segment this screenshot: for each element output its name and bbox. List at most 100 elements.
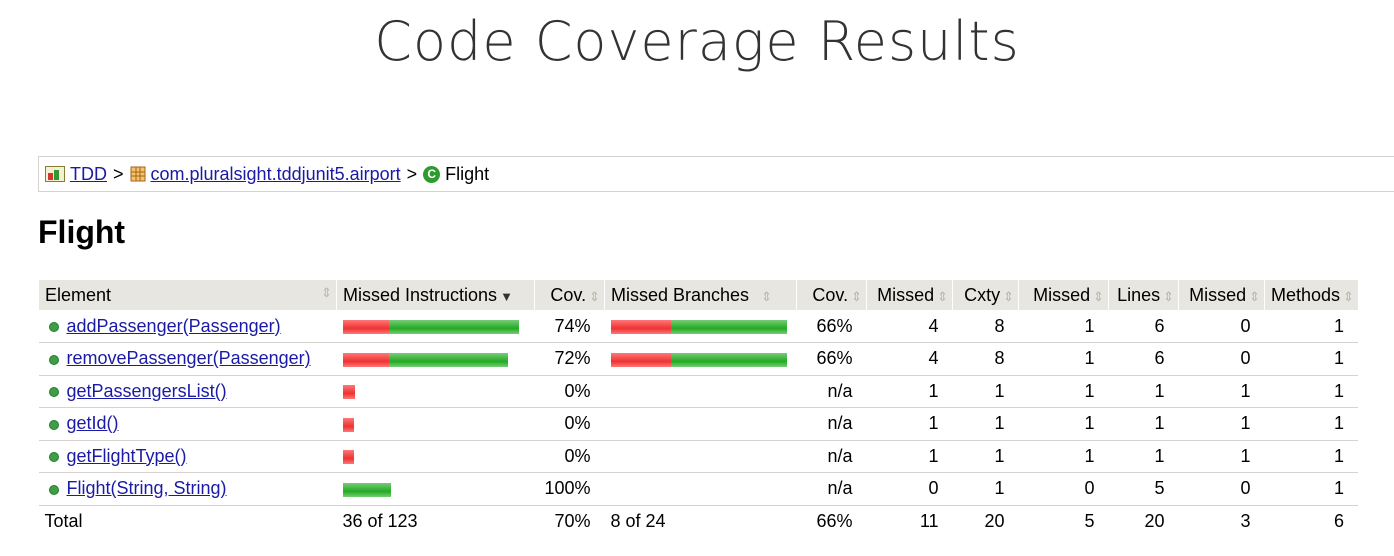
breadcrumb-current: Flight: [445, 163, 490, 184]
missed-bar: [342, 385, 355, 399]
cov-branches: n/a: [796, 375, 867, 408]
missed-lines: 1: [1018, 375, 1109, 408]
missed-cxty: 1: [866, 440, 953, 473]
branch-bar: [604, 440, 797, 473]
col-missed-branches[interactable]: Missed Branches ⇕: [604, 280, 797, 310]
report-icon: [45, 166, 65, 182]
method-icon: [48, 484, 59, 495]
cov-branches: n/a: [796, 472, 867, 506]
cov-instructions: 72%: [534, 342, 605, 376]
cxty: 1: [952, 407, 1019, 441]
methods: 1: [1264, 310, 1358, 343]
missed-cxty: 1: [866, 407, 953, 441]
cxty: 1: [952, 440, 1019, 473]
total-missed-methods: 3: [1240, 511, 1251, 531]
missed-methods: 0: [1178, 310, 1265, 343]
missed-bar: [342, 352, 389, 367]
cov-instructions: 0%: [534, 407, 605, 441]
col-missed-instructions[interactable]: Missed Instructions ▼: [336, 280, 535, 310]
sort-icon: ⇕: [1093, 288, 1104, 304]
breadcrumb-separator: >: [406, 163, 418, 184]
col-cxty[interactable]: Cxty ⇕: [952, 280, 1019, 310]
breadcrumb-separator: >: [113, 163, 124, 184]
total-cov-branches: 66%: [816, 511, 853, 531]
cov-branches: n/a: [796, 407, 867, 441]
branch-bar: [604, 375, 797, 408]
element-link[interactable]: getPassengersList(): [67, 381, 227, 401]
sort-icon: ⇕: [1003, 288, 1014, 304]
method-icon: [48, 419, 59, 430]
missed-cxty: 0: [866, 472, 953, 506]
missed-methods: 0: [1178, 342, 1265, 376]
cov-instructions: 0%: [534, 440, 605, 473]
method-icon: [48, 387, 59, 397]
total-cov-instructions: 70%: [554, 511, 591, 531]
coverage-table: Element ⇕ Missed Instructions ▼ Cov. ⇕ Miss…: [38, 280, 1358, 538]
covered-bar: [670, 352, 787, 367]
lines: 1: [1108, 407, 1179, 441]
cov-instructions: 100%: [534, 472, 605, 506]
table-row: getPassengersList() 0% n/a 1 1 1 1 1 1: [38, 375, 1358, 408]
element-link[interactable]: Flight(String, String): [67, 478, 227, 498]
total-missed-cxty: 11: [919, 511, 939, 531]
table-header-row: Element ⇕ Missed Instructions ▼ Cov. ⇕ Miss…: [38, 280, 1358, 310]
covered-bar: [342, 482, 391, 497]
total-missed-branches: 8 of 24: [610, 511, 666, 531]
missed-bar: [610, 352, 671, 367]
sort-icon: ⇕: [1163, 288, 1174, 304]
col-missed-methods[interactable]: Missed ⇕: [1178, 280, 1265, 310]
col-methods[interactable]: Methods ⇕: [1263, 280, 1358, 310]
missed-cxty: 4: [866, 310, 953, 343]
col-missed-cxty[interactable]: Missed ⇕: [866, 280, 953, 310]
cov-branches: 66%: [796, 342, 867, 376]
table-row: addPassenger(Passenger) 74% 66% 4 8 1 6 …: [38, 310, 1358, 343]
missed-methods: 1: [1178, 407, 1265, 441]
col-missed-lines[interactable]: Missed ⇕: [1018, 280, 1109, 310]
element-link[interactable]: addPassenger(Passenger): [67, 316, 281, 336]
missed-cxty: 4: [866, 342, 953, 376]
breadcrumb: TDD > com.pluralsight.tddjunit5.airport …: [38, 156, 1394, 192]
total-label: Total: [44, 511, 83, 531]
missed-lines: 0: [1018, 472, 1109, 506]
slide-title: Code Coverage Results: [374, 10, 1020, 73]
covered-bar: [388, 352, 508, 367]
missed-bar: [342, 450, 354, 464]
sort-icon: ⇕: [589, 288, 600, 304]
total-lines: 20: [1144, 511, 1165, 531]
cxty: 8: [952, 310, 1019, 343]
missed-lines: 1: [1018, 310, 1109, 343]
method-icon: [48, 321, 59, 332]
breadcrumb-root-link[interactable]: TDD: [70, 164, 107, 185]
missed-methods: 1: [1178, 375, 1265, 408]
methods: 1: [1264, 440, 1358, 473]
sort-icon: ⇕: [937, 288, 948, 304]
element-link[interactable]: getId(): [67, 413, 119, 433]
col-cov-branches[interactable]: Cov. ⇕: [796, 280, 867, 310]
lines: 6: [1108, 342, 1179, 376]
missed-bar: [342, 319, 389, 334]
method-icon: [48, 452, 59, 462]
cov-branches: n/a: [796, 440, 867, 473]
missed-bar: [610, 319, 671, 334]
element-link[interactable]: removePassenger(Passenger): [67, 348, 311, 368]
branch-bar: [604, 342, 797, 376]
element-link[interactable]: getFlightType(): [67, 446, 187, 466]
instruction-bar: [336, 407, 535, 441]
total-cxty: 20: [984, 511, 1005, 531]
table-row: removePassenger(Passenger) 72% 66% 4 8 1…: [38, 342, 1358, 376]
missed-lines: 1: [1018, 407, 1109, 441]
cxty: 1: [952, 472, 1019, 506]
package-icon: [130, 166, 146, 182]
col-lines[interactable]: Lines ⇕: [1108, 280, 1179, 310]
instruction-bar: [336, 310, 535, 343]
instruction-bar: [336, 375, 535, 408]
col-element[interactable]: Element ⇕: [38, 280, 337, 310]
methods: 1: [1264, 472, 1358, 506]
breadcrumb-package-link[interactable]: com.pluralsight.tddjunit5.airport: [151, 164, 401, 185]
missed-methods: 0: [1178, 472, 1265, 506]
col-cov-instructions[interactable]: Cov. ⇕: [534, 280, 605, 310]
cxty: 1: [952, 375, 1019, 408]
total-missed-instructions: 36 of 123: [342, 511, 418, 531]
branch-bar: [604, 407, 797, 441]
methods: 1: [1264, 407, 1358, 441]
